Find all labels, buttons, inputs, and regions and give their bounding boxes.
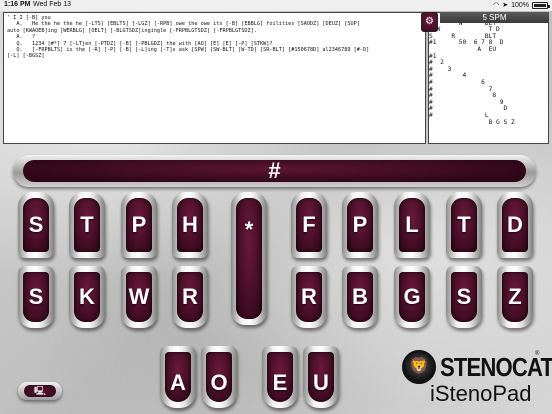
lion-logo-icon: 🦁 [402,350,436,384]
key-bottom-r-right[interactable]: R [291,266,327,328]
display-toggle-button[interactable]: 🖳 [18,382,62,400]
key-label: T [457,212,471,237]
tape-line: A EU [429,45,497,53]
key-label: P [131,212,147,237]
strokes-per-minute-badge: 5 SPM [440,12,549,23]
key-bottom-b[interactable]: B [342,266,378,328]
key-label: S [28,212,44,237]
key-top-l[interactable]: L [394,192,430,258]
key-top-s[interactable]: S [18,192,54,258]
tape-line: #1 [429,52,437,60]
registered-mark: ® [535,351,540,357]
key-bottom-z[interactable]: Z [497,266,533,328]
key-label: D [507,212,523,237]
key-label: B [352,284,368,309]
key-top-t[interactable]: T [69,192,105,258]
battery-icon [532,1,550,9]
steno-tape[interactable]: S PHO W BLT W T DS R BLT#1 50 6 7 8 D A … [428,12,549,144]
key-bottom-w[interactable]: W [121,266,157,328]
monitor-icon: 🖳 [24,385,56,397]
gear-icon: ⚙ [425,16,434,27]
tape-line: B G S Z [429,118,515,126]
key-top-p-right[interactable]: P [342,192,378,258]
number-bar-label: # [268,158,281,183]
key-vowel-o[interactable]: O [201,346,237,408]
transcript-line: Q. [-FRPBLTS] is the [-R] [-P] [-B] [-L]… [7,47,370,54]
transcript-text-area[interactable]: ' I I [-B] you A. He the he the he [-LTS… [3,12,426,144]
key-vowel-u[interactable]: U [303,346,339,408]
key-label: O [210,370,228,396]
status-right: ◠ ➤ 100% [493,1,550,9]
key-bottom-g[interactable]: G [394,266,430,328]
key-top-f[interactable]: F [291,192,327,258]
number-bar-key[interactable]: # [13,155,536,187]
key-bottom-s-right[interactable]: S [446,266,482,328]
transcript-line: [-L] [-BGSZ] [7,53,45,60]
key-bottom-s[interactable]: S [18,266,54,328]
key-label: W [128,284,150,309]
product-name: iStenoPad [430,381,532,406]
key-vowel-a[interactable]: A [160,346,196,408]
key-label: E [272,370,288,396]
status-bar: 1:16 PM Wed Feb 13 ◠ ➤ 100% [0,0,552,11]
key-bottom-k[interactable]: K [69,266,105,328]
location-icon: ➤ [502,2,509,9]
status-date: Wed Feb 13 [33,1,72,8]
settings-button[interactable]: ⚙ [421,12,438,32]
key-label: S [28,284,44,309]
key-label: T [80,212,94,237]
key-label: Z [508,284,522,309]
key-label: H [182,212,198,237]
key-label: U [313,370,329,396]
key-label: A [170,370,186,396]
key-top-p[interactable]: P [121,192,157,258]
key-label: K [79,284,95,309]
key-label: R [301,284,317,309]
key-label: R [182,284,198,309]
number-bar-face: # [23,160,526,182]
key-label: L [405,212,419,237]
key-label: G [403,284,421,309]
key-bottom-r[interactable]: R [172,266,208,328]
wifi-icon: ◠ [493,2,500,9]
key-vowel-e[interactable]: E [262,346,298,408]
key-asterisk[interactable]: * [231,192,267,325]
key-label: F [302,212,316,237]
key-top-d[interactable]: D [497,192,533,258]
key-top-h[interactable]: H [172,192,208,258]
battery-percent: 100% [511,1,529,9]
key-top-t-right[interactable]: T [446,192,482,258]
stenocat-branding: 🦁 STENOCAT ® iStenoPad [402,347,552,409]
key-label: S [456,284,472,309]
key-label: * [244,217,254,242]
status-time: 1:16 PM [4,1,31,8]
transcript-line: A. He the he the he [-LTS] [EBLTS] [-LGZ… [7,21,360,28]
key-label: P [352,212,368,237]
